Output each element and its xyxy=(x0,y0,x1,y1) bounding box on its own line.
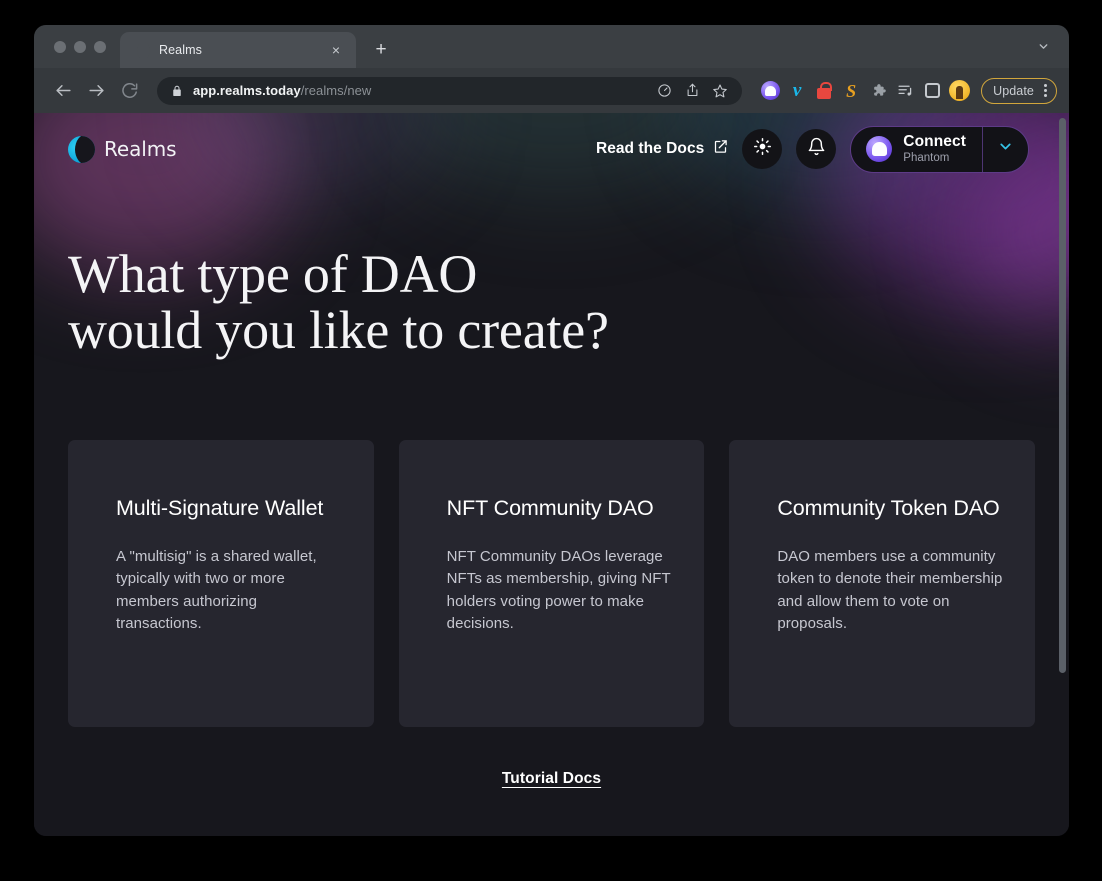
kebab-menu-icon[interactable] xyxy=(1039,84,1052,97)
puzzle-extensions-icon[interactable] xyxy=(867,80,889,102)
extension-icons: v S xyxy=(759,80,970,102)
browser-tab-strip: Realms × + xyxy=(34,25,1069,68)
omnibox-actions xyxy=(651,78,733,104)
back-button[interactable] xyxy=(48,76,78,106)
realms-moon-icon xyxy=(133,43,148,58)
brand-name: Realms xyxy=(104,137,176,161)
bell-icon xyxy=(807,137,826,161)
connect-title: Connect xyxy=(903,133,966,151)
new-tab-button[interactable]: + xyxy=(366,34,396,64)
backpack-icon[interactable] xyxy=(813,80,835,102)
close-tab-button[interactable]: × xyxy=(326,40,346,60)
forward-button[interactable] xyxy=(81,76,111,106)
lock-icon xyxy=(171,85,183,97)
sun-icon xyxy=(753,137,772,161)
phantom-wallet-icon[interactable] xyxy=(759,80,781,102)
card-description: NFT Community DAOs leverage NFTs as memb… xyxy=(447,546,674,634)
page-content: Realms Read the Docs xyxy=(34,113,1069,788)
connect-subtitle: Phantom xyxy=(903,152,966,165)
side-panel-icon[interactable] xyxy=(921,80,943,102)
page-title: What type of DAO would you like to creat… xyxy=(68,247,1035,358)
profile-avatar-icon[interactable] xyxy=(948,80,970,102)
url-host: app.realms.today xyxy=(193,83,301,98)
connect-wallet-button[interactable]: Connect Phantom xyxy=(850,126,1029,173)
card-title: Multi-Signature Wallet xyxy=(116,495,343,521)
browser-tab[interactable]: Realms × xyxy=(120,32,356,68)
update-label: Update xyxy=(993,84,1034,98)
card-description: A "multisig" is a shared wallet, typical… xyxy=(116,546,343,634)
card-title: Community Token DAO xyxy=(777,495,1004,521)
page-title-line-1: What type of DAO xyxy=(68,244,477,304)
brand-logo[interactable]: Realms xyxy=(68,136,176,163)
chevron-down-icon[interactable] xyxy=(1033,36,1053,56)
vimeo-icon[interactable]: v xyxy=(786,80,808,102)
window-traffic-lights xyxy=(34,25,120,68)
url-text: app.realms.today/realms/new xyxy=(193,83,651,98)
phantom-ghost-icon xyxy=(866,136,892,162)
sollet-icon[interactable]: S xyxy=(840,80,862,102)
page-scrollbar[interactable] xyxy=(1059,118,1066,673)
page-title-line-2: would you like to create? xyxy=(68,300,609,360)
dao-type-card-nft[interactable]: NFT Community DAO NFT Community DAOs lev… xyxy=(399,440,705,727)
site-header: Realms Read the Docs xyxy=(34,113,1069,185)
browser-window: Realms × + app.realms.today/realms/new xyxy=(34,25,1069,836)
share-icon[interactable] xyxy=(679,78,705,104)
header-actions: Read the Docs xyxy=(596,126,1029,173)
page-viewport: Realms Read the Docs xyxy=(34,113,1069,836)
address-bar[interactable]: app.realms.today/realms/new xyxy=(157,77,742,105)
browser-tab-title: Realms xyxy=(159,43,315,57)
card-title: NFT Community DAO xyxy=(447,495,674,521)
tutorial-docs-section: Tutorial Docs xyxy=(34,727,1069,788)
close-window-button[interactable] xyxy=(54,41,66,53)
update-button[interactable]: Update xyxy=(981,78,1057,104)
read-the-docs-label: Read the Docs xyxy=(596,140,704,158)
notifications-button[interactable] xyxy=(796,129,836,169)
bookmark-star-icon[interactable] xyxy=(707,78,733,104)
dao-type-card-community-token[interactable]: Community Token DAO DAO members use a co… xyxy=(729,440,1035,727)
connect-wallet-main[interactable]: Connect Phantom xyxy=(851,127,982,172)
url-path: /realms/new xyxy=(301,83,372,98)
speedometer-icon[interactable] xyxy=(651,78,677,104)
connect-wallet-texts: Connect Phantom xyxy=(903,133,966,165)
reading-list-icon[interactable] xyxy=(894,80,916,102)
dao-type-card-multisig[interactable]: Multi-Signature Wallet A "multisig" is a… xyxy=(68,440,374,727)
external-link-icon xyxy=(713,139,728,159)
realms-moon-icon xyxy=(68,136,95,163)
hero-section: What type of DAO would you like to creat… xyxy=(34,185,1069,358)
browser-toolbar: app.realms.today/realms/new v S xyxy=(34,68,1069,113)
dao-type-cards: Multi-Signature Wallet A "multisig" is a… xyxy=(34,358,1069,727)
minimize-window-button[interactable] xyxy=(74,41,86,53)
read-the-docs-link[interactable]: Read the Docs xyxy=(596,139,728,159)
theme-toggle-button[interactable] xyxy=(742,129,782,169)
chevron-down-icon xyxy=(997,138,1014,160)
tutorial-docs-link[interactable]: Tutorial Docs xyxy=(502,770,601,788)
reload-button[interactable] xyxy=(114,76,144,106)
card-description: DAO members use a community token to den… xyxy=(777,546,1004,634)
connect-wallet-dropdown[interactable] xyxy=(982,127,1028,172)
maximize-window-button[interactable] xyxy=(94,41,106,53)
